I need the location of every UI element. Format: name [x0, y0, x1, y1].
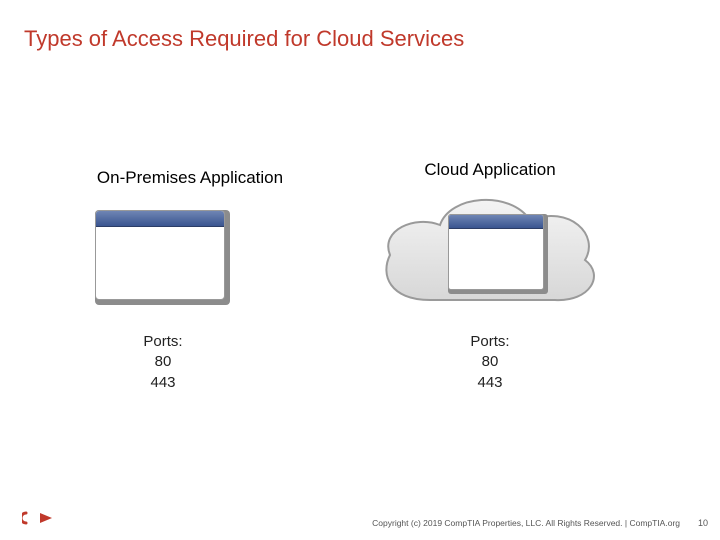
footer: Copyright (c) 2019 CompTIA Properties, L…: [0, 512, 720, 532]
onprem-port-1: 443: [103, 373, 223, 393]
cloud-shape: [370, 190, 610, 325]
onprem-ports-label: Ports:: [103, 332, 223, 352]
slide: Types of Access Required for Cloud Servi…: [0, 0, 720, 540]
onprem-app-window-titlebar: [96, 211, 224, 227]
slide-title: Types of Access Required for Cloud Servi…: [24, 26, 464, 52]
copyright-text: Copyright (c) 2019 CompTIA Properties, L…: [372, 518, 680, 528]
onprem-column: On-Premises Application: [60, 168, 320, 188]
page-number: 10: [698, 518, 708, 528]
cloud-app-window: [448, 214, 548, 294]
cloud-column: Cloud Application: [360, 160, 620, 180]
cloud-ports-label: Ports:: [430, 332, 550, 352]
cloud-ports: Ports: 80 443: [430, 332, 550, 393]
cloud-heading: Cloud Application: [360, 160, 620, 180]
onprem-app-window-frame: [95, 210, 225, 300]
cloud-app-window-titlebar: [449, 215, 543, 229]
onprem-heading: On-Premises Application: [60, 168, 320, 188]
onprem-port-0: 80: [103, 352, 223, 372]
comptia-logo-icon: [22, 511, 58, 530]
cloud-port-0: 80: [430, 352, 550, 372]
onprem-ports: Ports: 80 443: [103, 332, 223, 393]
onprem-app-window: [95, 210, 230, 305]
cloud-app-window-frame: [448, 214, 544, 290]
cloud-port-1: 443: [430, 373, 550, 393]
